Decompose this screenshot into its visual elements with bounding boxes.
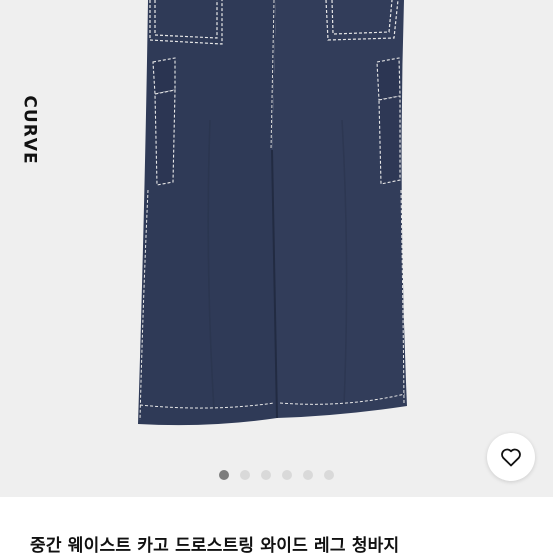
product-title: 중간 웨이스트 카고 드로스트링 와이드 레그 청바지: [30, 536, 400, 556]
left-cargo-pocket: [152, 57, 176, 186]
curve-badge-text: CURVE: [20, 95, 41, 165]
pagination-dot[interactable]: [303, 470, 313, 480]
pagination-dot[interactable]: [282, 470, 292, 480]
pagination-dot[interactable]: [261, 470, 271, 480]
image-pagination[interactable]: [0, 470, 553, 484]
product-image-gallery[interactable]: CURVE: [0, 0, 553, 497]
pagination-dot[interactable]: [324, 470, 334, 480]
curve-badge: CURVE: [8, 90, 52, 170]
product-image-pants: [138, 0, 407, 426]
pagination-dot[interactable]: [240, 470, 250, 480]
pagination-dot[interactable]: [219, 470, 229, 480]
heart-icon: [501, 448, 521, 467]
